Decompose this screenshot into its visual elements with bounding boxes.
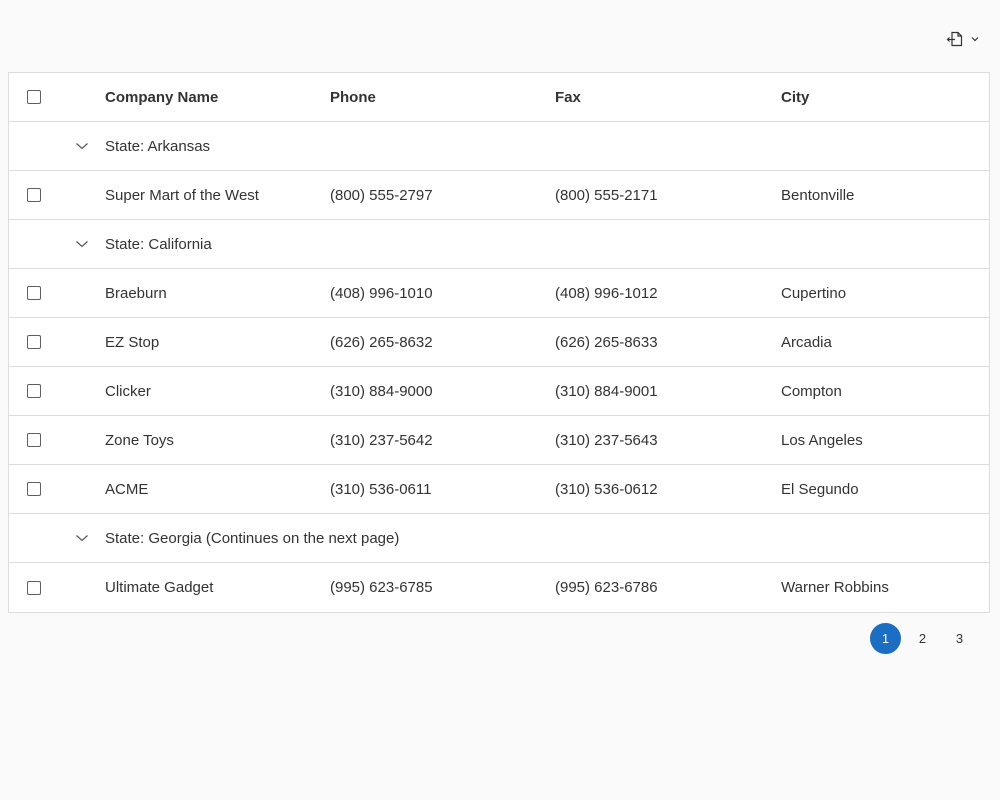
cell-fax: (408) 996-1012 <box>555 284 658 302</box>
row-checkbox[interactable] <box>27 188 41 202</box>
row-checkbox[interactable] <box>27 580 41 595</box>
cell-fax: (310) 536-0612 <box>555 480 658 498</box>
group-label: State: Georgia (Continues on the next pa… <box>105 529 400 547</box>
group-row-california: State: California <box>9 220 989 269</box>
cell-fax: (310) 884-9001 <box>555 382 658 400</box>
cell-city: Cupertino <box>781 284 847 302</box>
collapse-group-icon[interactable] <box>75 531 89 545</box>
cell-phone: (800) 555-2797 <box>330 186 433 204</box>
table-row: EZ Stop (626) 265-8632 (626) 265-8633 Ar… <box>9 318 989 367</box>
cell-city: Los Angeles <box>781 431 863 449</box>
column-header-fax[interactable]: Fax <box>555 89 781 106</box>
page-button-2[interactable]: 2 <box>907 623 938 654</box>
row-checkbox[interactable] <box>27 286 41 300</box>
cell-fax: (800) 555-2171 <box>555 186 658 204</box>
cell-fax: (626) 265-8633 <box>555 333 658 351</box>
cell-phone: (310) 536-0611 <box>330 480 432 498</box>
page-button-1[interactable]: 1 <box>870 623 901 654</box>
header-row: Company Name Phone Fax City <box>9 73 989 122</box>
pagination: 1 2 3 <box>870 623 975 654</box>
cell-company: EZ Stop <box>105 333 160 351</box>
cell-city: Arcadia <box>781 333 832 351</box>
cell-company: Ultimate Gadget <box>105 579 214 596</box>
cell-fax: (995) 623-6786 <box>555 579 658 596</box>
chevron-down-icon <box>970 34 980 44</box>
group-row-arkansas: State: Arkansas <box>9 122 989 171</box>
cell-fax: (310) 237-5643 <box>555 431 658 449</box>
data-grid: Company Name Phone Fax City State: Arkan… <box>8 72 990 613</box>
row-checkbox[interactable] <box>27 384 41 398</box>
table-row: Zone Toys (310) 237-5642 (310) 237-5643 … <box>9 416 989 465</box>
column-header-city[interactable]: City <box>781 89 989 106</box>
collapse-group-icon[interactable] <box>75 237 89 251</box>
table-row: Ultimate Gadget (995) 623-6785 (995) 623… <box>9 563 989 612</box>
collapse-group-icon[interactable] <box>75 139 89 153</box>
cell-phone: (310) 884-9000 <box>330 382 433 400</box>
cell-phone: (626) 265-8632 <box>330 333 433 351</box>
group-row-georgia: State: Georgia (Continues on the next pa… <box>9 514 989 563</box>
row-checkbox[interactable] <box>27 433 41 447</box>
table-row: ACME (310) 536-0611 (310) 536-0612 El Se… <box>9 465 989 514</box>
table-row: Braeburn (408) 996-1010 (408) 996-1012 C… <box>9 269 989 318</box>
export-button[interactable] <box>946 26 980 52</box>
group-label: State: Arkansas <box>105 137 211 155</box>
page-button-3[interactable]: 3 <box>944 623 975 654</box>
table-row: Clicker (310) 884-9000 (310) 884-9001 Co… <box>9 367 989 416</box>
cell-company: Braeburn <box>105 284 167 302</box>
table-row: Super Mart of the West (800) 555-2797 (8… <box>9 171 989 220</box>
row-checkbox[interactable] <box>27 335 41 349</box>
select-all-cell <box>9 90 59 104</box>
cell-company: ACME <box>105 480 149 498</box>
cell-city: Compton <box>781 382 842 400</box>
cell-company: Super Mart of the West <box>105 186 259 204</box>
row-checkbox[interactable] <box>27 482 41 496</box>
cell-company: Clicker <box>105 382 151 400</box>
column-header-phone[interactable]: Phone <box>330 89 555 106</box>
toolbar <box>0 0 1000 72</box>
cell-phone: (310) 237-5642 <box>330 431 433 449</box>
cell-company: Zone Toys <box>105 431 174 449</box>
select-all-checkbox[interactable] <box>27 90 41 104</box>
export-icon <box>946 30 964 48</box>
group-label: State: California <box>105 235 212 253</box>
cell-city: Bentonville <box>781 186 855 204</box>
cell-city: Warner Robbins <box>781 579 889 596</box>
cell-city: El Segundo <box>781 480 859 498</box>
cell-phone: (408) 996-1010 <box>330 284 433 302</box>
column-header-company[interactable]: Company Name <box>105 89 330 106</box>
cell-phone: (995) 623-6785 <box>330 579 433 596</box>
